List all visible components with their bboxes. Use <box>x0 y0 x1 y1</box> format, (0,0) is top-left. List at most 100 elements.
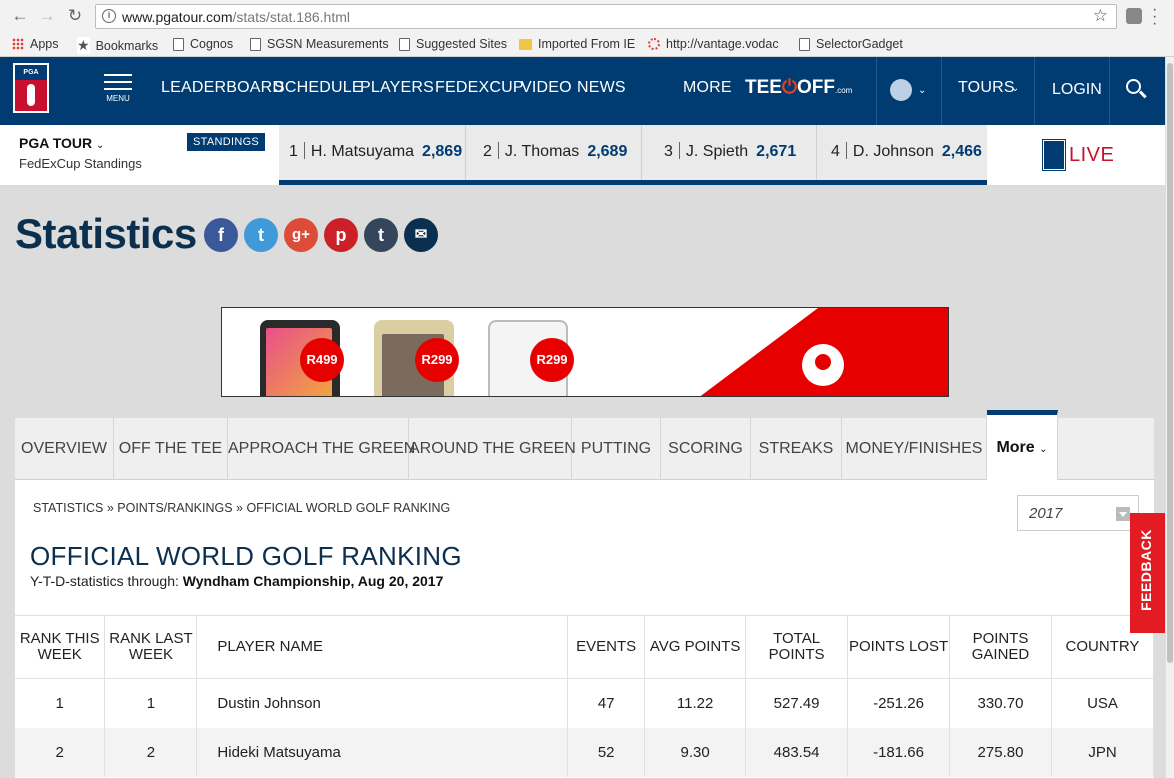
table-cell: 1 <box>15 678 106 728</box>
forward-icon[interactable]: → <box>37 6 57 26</box>
table-cell: 330.70 <box>949 678 1052 728</box>
loading-icon <box>648 38 660 50</box>
player-link[interactable]: Dustin Johnson <box>196 678 569 728</box>
globe-icon[interactable] <box>890 79 912 101</box>
pinterest-icon[interactable]: p <box>324 218 358 252</box>
teeoff-pre: TEE <box>745 77 782 98</box>
nav-tours[interactable]: TOURS <box>958 79 1015 97</box>
tour-name: PGA TOUR <box>19 135 93 151</box>
page-icon <box>399 37 410 51</box>
tab-putting[interactable]: PUTTING <box>572 418 661 480</box>
nav-more[interactable]: MORE <box>683 79 732 97</box>
year-select[interactable]: 2017 <box>1017 495 1139 531</box>
twitter-icon[interactable]: t <box>244 218 278 252</box>
live-button[interactable]: LIVE <box>1042 139 1115 171</box>
live-label: LIVE <box>1069 143 1115 166</box>
tab-streaks[interactable]: STREAKS <box>751 418 842 480</box>
site-header: PGA MENU LEADERBOARD SCHEDULE PLAYERS FE… <box>0 57 1165 125</box>
info-icon[interactable]: i <box>102 9 116 23</box>
bookmark-selectorgadget[interactable]: SelectorGadget <box>799 37 903 51</box>
pga-tour-logo[interactable]: PGA <box>13 63 49 113</box>
nav-schedule[interactable]: SCHEDULE <box>274 79 363 97</box>
standings-item[interactable]: 1 H. Matsuyama 2,869 <box>289 142 462 161</box>
bookmark-label: Bookmarks <box>95 38 159 53</box>
browser-toolbar: ← → ↻ i www.pgatour.com/stats/stat.186.h… <box>0 0 1174 33</box>
nav-news[interactable]: NEWS <box>577 79 626 97</box>
chevron-down-icon: ⌄ <box>96 140 105 151</box>
year-value: 2017 <box>1029 505 1063 522</box>
bookmark-star-icon[interactable]: ☆ <box>1093 6 1108 26</box>
address-bar[interactable]: i www.pgatour.com/stats/stat.186.html ☆ <box>95 4 1117 29</box>
tab-money-finishes[interactable]: MONEY/FINISHES <box>842 418 987 480</box>
fedexcup-standings-bar: PGA TOUR ⌄ FedExCup Standings STANDINGS … <box>0 125 1165 185</box>
login-link[interactable]: LOGIN <box>1052 81 1102 99</box>
feedback-button[interactable]: FEEDBACK <box>1130 513 1165 633</box>
bookmark-cognos[interactable]: Cognos <box>173 37 233 51</box>
menu-button[interactable]: MENU <box>104 74 132 103</box>
tab-overview[interactable]: OVERVIEW <box>15 418 114 480</box>
bookmark-bookmarks[interactable]: ★ Bookmarks <box>77 37 158 54</box>
standings-item[interactable]: 4 D. Johnson 2,466 <box>831 142 982 161</box>
standings-points: 2,466 <box>941 143 982 160</box>
nav-fedexcup[interactable]: FEDEXCUP <box>435 79 524 97</box>
url-path: /stats/stat.186.html <box>232 9 351 25</box>
standings-item[interactable]: 3 J. Spieth 2,671 <box>664 142 796 161</box>
search-icon[interactable] <box>1126 79 1147 99</box>
standings-button[interactable]: STANDINGS <box>187 133 266 151</box>
bookmark-label: http://vantage.vodac <box>666 37 779 51</box>
star-icon: ★ <box>77 37 90 54</box>
player-link[interactable]: Hideki Matsuyama <box>196 727 569 777</box>
facebook-icon[interactable]: f <box>204 218 238 252</box>
column-header[interactable]: EVENTS <box>567 615 646 679</box>
table-header-row: RANK THIS WEEK RANK LAST WEEK PLAYER NAM… <box>15 615 1155 679</box>
column-header[interactable]: RANK LAST WEEK <box>104 615 198 679</box>
standings-rank: 1 <box>289 143 298 160</box>
back-icon[interactable]: ← <box>10 6 30 26</box>
tab-approach-the-green[interactable]: APPROACH THE GREEN <box>228 418 415 480</box>
bookmark-apps[interactable]: Apps <box>12 37 59 51</box>
teeoff-logo[interactable]: TEE⏻OFF.com <box>745 77 852 99</box>
bookmark-label: Imported From IE <box>538 37 636 51</box>
standings-points: 2,689 <box>587 143 628 160</box>
tour-dropdown[interactable]: PGA TOUR ⌄ <box>19 135 104 151</box>
column-header[interactable]: RANK THIS WEEK <box>15 615 106 679</box>
column-header[interactable]: POINTS GAINED <box>949 615 1052 679</box>
tumblr-icon[interactable]: t <box>364 218 398 252</box>
bookmark-vantage[interactable]: http://vantage.vodac <box>648 37 779 51</box>
bookmark-label: SGSN Measurements <box>267 37 389 51</box>
teeoff-suffix: .com <box>834 86 853 95</box>
reload-icon[interactable]: ↻ <box>65 6 85 26</box>
extension-icon[interactable] <box>1126 8 1142 24</box>
google-plus-icon[interactable]: g+ <box>284 218 318 252</box>
page-scrollbar[interactable] <box>1165 57 1174 778</box>
tab-scoring[interactable]: SCORING <box>661 418 751 480</box>
standings-player: D. Johnson <box>852 143 934 160</box>
ranking-table: RANK THIS WEEK RANK LAST WEEK PLAYER NAM… <box>15 615 1155 777</box>
tab-more-label: More <box>996 439 1035 456</box>
column-header[interactable]: AVG POINTS <box>644 615 747 679</box>
teeoff-post: OFF <box>796 77 835 98</box>
bookmark-suggested-sites[interactable]: Suggested Sites <box>399 37 507 51</box>
nav-video[interactable]: VIDEO <box>521 79 572 97</box>
standings-item[interactable]: 2 J. Thomas 2,689 <box>483 142 627 161</box>
bookmark-sgsn[interactable]: SGSN Measurements <box>250 37 389 51</box>
browser-menu-icon[interactable]: · · · <box>1152 2 1157 32</box>
standings-tour-selector[interactable]: PGA TOUR ⌄ FedExCup Standings STANDINGS <box>0 125 279 185</box>
tab-more[interactable]: More ⌄ <box>987 410 1058 481</box>
email-icon[interactable]: ✉ <box>404 218 438 252</box>
breadcrumb[interactable]: STATISTICS » POINTS/RANKINGS » OFFICIAL … <box>33 501 450 515</box>
nav-leaderboard[interactable]: LEADERBOARD <box>161 79 284 97</box>
column-header[interactable]: TOTAL POINTS <box>745 615 849 679</box>
standings-player: J. Thomas <box>504 143 580 160</box>
advertisement-banner[interactable]: R499 R299 R299 <box>221 307 949 397</box>
bookmark-label: Suggested Sites <box>416 37 508 51</box>
scrollbar-thumb[interactable] <box>1167 63 1173 663</box>
nav-players[interactable]: PLAYERS <box>360 79 434 97</box>
url-text[interactable]: www.pgatour.com/stats/stat.186.html <box>122 9 350 25</box>
tab-off-the-tee[interactable]: OFF THE TEE <box>114 418 228 480</box>
tab-around-the-green[interactable]: AROUND THE GREEN <box>409 418 576 480</box>
standings-player: H. Matsuyama <box>310 143 415 160</box>
bookmark-imported-ie[interactable]: Imported From IE <box>519 37 635 51</box>
column-header[interactable]: PLAYER NAME <box>196 615 569 679</box>
column-header[interactable]: POINTS LOST <box>847 615 951 679</box>
